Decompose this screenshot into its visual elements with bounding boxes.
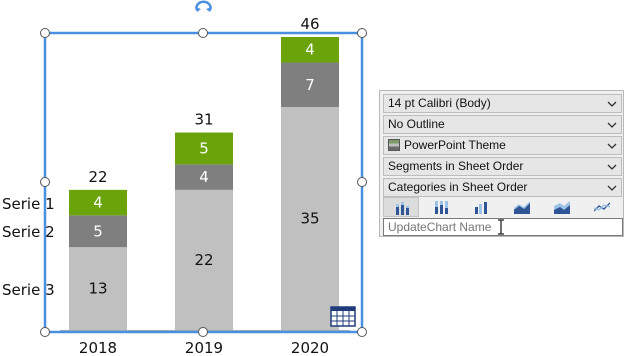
chevron-down-icon [607, 101, 617, 107]
resize-handle[interactable] [40, 327, 50, 337]
stacked-bar-button[interactable] [383, 197, 419, 217]
segment-order-dropdown[interactable]: Segments in Sheet Order [383, 157, 622, 176]
chart-canvas[interactable]: 13 5 4 22 2018 22 4 5 31 2019 35 7 4 46 2020 [0, 0, 380, 356]
stacked-100-bar-button[interactable] [423, 197, 459, 217]
chevron-down-icon [607, 122, 617, 128]
resize-handle[interactable] [198, 28, 208, 38]
chevron-down-icon [607, 143, 617, 149]
series-label-3[interactable]: Serie 3 [2, 281, 55, 299]
theme-swatch-icon [388, 139, 400, 151]
font-value: 14 pt Calibri (Body) [388, 96, 491, 110]
resize-handle[interactable] [40, 177, 50, 187]
stacked-area-icon [554, 201, 570, 214]
datasheet-icon[interactable] [330, 306, 356, 327]
line-button[interactable] [583, 197, 619, 217]
category-label[interactable]: 2019 [185, 339, 223, 356]
resize-handle[interactable] [198, 327, 208, 337]
resize-handle[interactable] [357, 327, 367, 337]
chevron-down-icon [607, 185, 617, 191]
category-label[interactable]: 2018 [79, 339, 117, 356]
theme-value: PowerPoint Theme [404, 138, 506, 152]
segment-value-label[interactable]: 4 [93, 194, 103, 212]
resize-handle[interactable] [357, 28, 367, 38]
area-icon [514, 201, 530, 214]
rotate-handle-icon[interactable] [195, 0, 212, 12]
color-scheme-dropdown[interactable]: PowerPoint Theme [383, 136, 622, 155]
segment-value-label[interactable]: 13 [88, 280, 107, 298]
font-dropdown[interactable]: 14 pt Calibri (Body) [383, 94, 622, 113]
segment-value-label[interactable]: 22 [194, 251, 213, 269]
stacked-bar-icon [396, 202, 409, 215]
text-cursor-icon [498, 219, 504, 235]
segment-value-label[interactable]: 5 [199, 139, 209, 157]
outline-value: No Outline [388, 117, 445, 131]
category-order-value: Categories in Sheet Order [388, 180, 528, 194]
segment-value-label[interactable]: 4 [199, 168, 209, 186]
segment-value-label[interactable]: 35 [300, 210, 319, 228]
resize-handle[interactable] [357, 177, 367, 187]
total-label[interactable]: 46 [300, 15, 319, 33]
outline-dropdown[interactable]: No Outline [383, 115, 622, 134]
chevron-down-icon [607, 164, 617, 170]
chart-properties-panel: 14 pt Calibri (Body) No Outline PowerPoi… [379, 90, 624, 237]
total-label[interactable]: 22 [88, 168, 107, 186]
segment-order-value: Segments in Sheet Order [388, 159, 524, 173]
clustered-bar-button[interactable] [463, 197, 499, 217]
segment-value-label[interactable]: 5 [93, 222, 103, 240]
chart-type-bar [383, 197, 622, 217]
series-label-1[interactable]: Serie 1 [2, 195, 55, 213]
clustered-bar-icon [475, 202, 487, 214]
stacked-area-button[interactable] [543, 197, 579, 217]
stacked-100-bar-icon [435, 201, 448, 214]
category-order-dropdown[interactable]: Categories in Sheet Order [383, 178, 622, 197]
area-button[interactable] [503, 197, 539, 217]
line-icon [594, 202, 610, 212]
category-label[interactable]: 2020 [291, 339, 329, 356]
series-label-2[interactable]: Serie 2 [2, 223, 55, 241]
segment-value-label[interactable]: 7 [305, 76, 315, 94]
resize-handle[interactable] [40, 28, 50, 38]
total-label[interactable]: 31 [194, 111, 213, 129]
segment-value-label[interactable]: 4 [305, 41, 315, 59]
